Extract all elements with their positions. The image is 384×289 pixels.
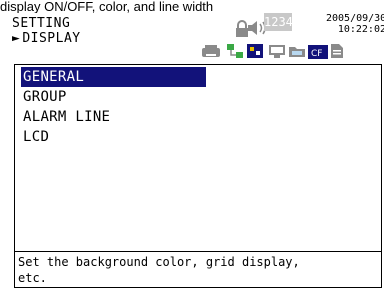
arrow-right-icon: ►: [12, 31, 21, 46]
monitor-icon: [269, 45, 285, 58]
menu-item-group[interactable]: GROUP: [21, 87, 221, 107]
cf-card-icon: CF: [308, 45, 328, 59]
date-text: 2005/09/30: [326, 13, 384, 24]
network-icon: [227, 44, 243, 58]
memory-icon: [247, 44, 263, 58]
help-line-2: etc.: [18, 271, 47, 285]
header-bar: SETTING ► DISPLAY CF 1234 2005/09/30 10:…: [0, 13, 384, 61]
menu-item-alarm-line[interactable]: ALARM LINE: [21, 107, 221, 127]
status-digits-badge: 1234: [264, 13, 293, 31]
svg-text:CF: CF: [311, 49, 322, 59]
display-menu: GENERAL GROUP ALARM LINE LCD: [21, 67, 221, 147]
help-message: Set the background color, grid display, …: [15, 251, 381, 287]
page-title: SETTING: [12, 16, 71, 31]
breadcrumb-label: DISPLAY: [22, 31, 81, 46]
menu-item-general[interactable]: GENERAL: [21, 67, 206, 87]
menu-item-lcd[interactable]: LCD: [21, 127, 221, 147]
breadcrumb: ► DISPLAY: [12, 31, 81, 46]
help-line-1: Set the background color, grid display,: [18, 255, 300, 269]
time-text: 10:22:02: [337, 24, 384, 35]
datetime-display: 2005/09/30 10:22:02: [326, 13, 384, 35]
settings-panel: GENERAL GROUP ALARM LINE LCD Set the bac…: [14, 64, 382, 288]
cropped-caption-text: display ON/OFF, color, and line width: [0, 0, 214, 13]
record-icon: [202, 45, 220, 57]
folder-icon: [289, 47, 305, 57]
document-icon: [331, 44, 343, 58]
